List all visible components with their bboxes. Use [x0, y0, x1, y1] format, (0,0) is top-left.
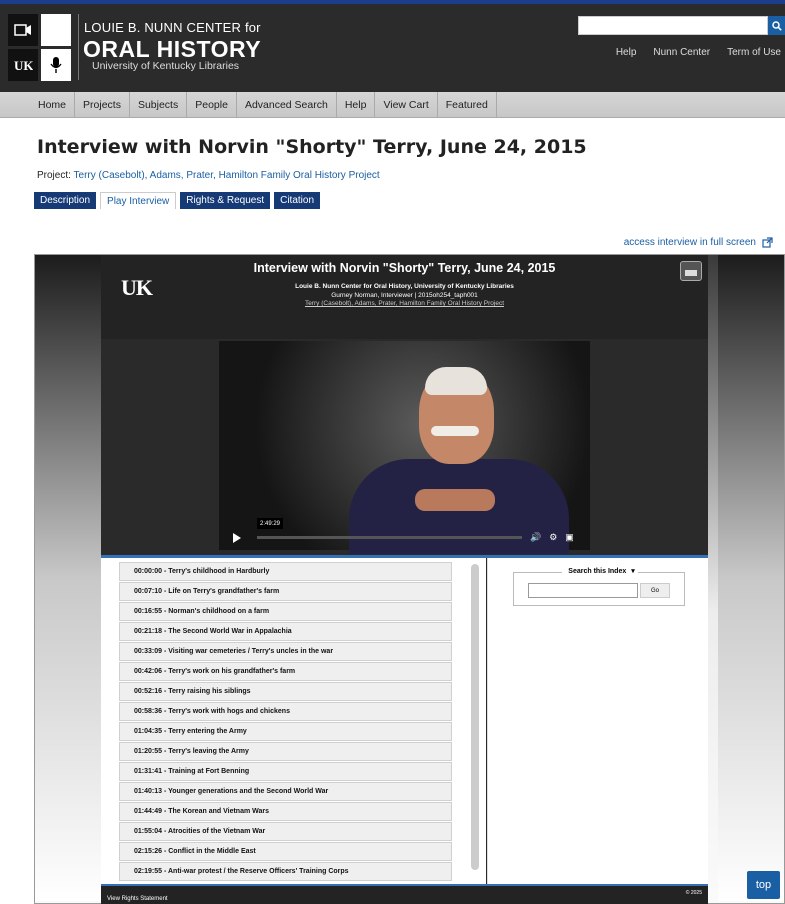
brand-main-text[interactable]: ORAL HISTORY	[83, 36, 261, 63]
index-item[interactable]: 00:21:18 - The Second World War in Appal…	[119, 622, 452, 641]
back-to-top-button[interactable]: top	[747, 871, 780, 899]
play-icon[interactable]	[233, 532, 241, 543]
nav-featured[interactable]: Featured	[438, 92, 497, 118]
index-item[interactable]: 02:15:26 - Conflict in the Middle East	[119, 842, 452, 861]
ohms-footer: View Rights Statement © 2025	[101, 884, 708, 904]
index-item[interactable]: 00:07:10 - Life on Terry's grandfather's…	[119, 582, 452, 601]
ohms-repository: Louie B. Nunn Center for Oral History, U…	[295, 283, 514, 290]
brand-top-text: LOUIE B. NUNN CENTER for	[84, 20, 261, 35]
index-search-go-button[interactable]: Go	[640, 583, 670, 598]
nav-advanced-search[interactable]: Advanced Search	[237, 92, 337, 118]
index-list: 00:00:00 - Terry's childhood in Hardburl…	[119, 562, 452, 882]
fullscreen-link[interactable]: access interview in full screen	[624, 237, 773, 248]
search-icon	[771, 20, 782, 31]
nav-help[interactable]: Help	[337, 92, 376, 118]
logo-divider	[78, 14, 79, 80]
tab-description[interactable]: Description	[34, 192, 97, 209]
video-frame-mustache	[431, 426, 479, 436]
page-title: Interview with Norvin "Shorty" Terry, Ju…	[37, 136, 587, 158]
logo[interactable]: UK	[8, 14, 72, 82]
ohms-interviewer: Gurney Norman, Interviewer | 2015oh254_t…	[331, 292, 478, 299]
index-item[interactable]: 01:55:04 - Atrocities of the Vietnam War	[119, 822, 452, 841]
gear-icon[interactable]: ⚙	[549, 532, 557, 543]
index-item[interactable]: 01:31:41 - Training at Fort Benning	[119, 762, 452, 781]
header-links: Help Nunn Center Term of Use	[616, 47, 781, 58]
player-side-right	[718, 255, 784, 901]
tab-bar: Description Play Interview Rights & Requ…	[34, 192, 321, 209]
player-side-left	[35, 255, 101, 901]
ohms-collection-link[interactable]: Terry (Casebolt), Adams, Prater, Hamilto…	[101, 300, 708, 307]
volume-icon[interactable]: 🔊	[530, 532, 541, 543]
project-label: Project:	[37, 170, 71, 181]
index-item[interactable]: 00:00:00 - Terry's childhood in Hardburl…	[119, 562, 452, 581]
time-tooltip: 2:49:29	[257, 518, 284, 529]
index-item[interactable]: 00:52:16 - Terry raising his siblings	[119, 682, 452, 701]
svg-text:UK: UK	[14, 58, 33, 73]
index-search-legend[interactable]: Search this Index ▾	[514, 567, 686, 575]
search-panel: Search this Index ▾ Go	[487, 558, 708, 884]
external-link-icon	[762, 237, 773, 248]
logo-blank-cell	[41, 14, 71, 46]
index-item[interactable]: 00:58:36 - Terry's work with hogs and ch…	[119, 702, 452, 721]
picture-in-picture-icon[interactable]: ▣	[565, 532, 574, 543]
ohms-header: UK Interview with Norvin "Shorty" Terry,…	[101, 255, 708, 339]
header-link-nunn-center[interactable]: Nunn Center	[653, 47, 710, 58]
index-search-box: Search this Index ▾ Go	[513, 568, 685, 606]
nav-home[interactable]: Home	[30, 92, 76, 118]
tab-citation[interactable]: Citation	[274, 192, 321, 209]
page-root: UK LOUIE B. NUNN CENTER for ORAL HISTORY…	[0, 0, 785, 904]
header-link-help[interactable]: Help	[616, 47, 637, 58]
index-search-input[interactable]	[528, 583, 638, 598]
project-link[interactable]: Terry (Casebolt), Adams, Prater, Hamilto…	[74, 170, 380, 181]
video-player[interactable]: 2:49:29 🔊 ⚙ ▣	[219, 341, 590, 554]
index-item[interactable]: 00:42:06 - Terry's work on his grandfath…	[119, 662, 452, 681]
index-item[interactable]: 00:33:09 - Visiting war cemeteries / Ter…	[119, 642, 452, 661]
nav-subjects[interactable]: Subjects	[130, 92, 188, 118]
footer-copyright: © 2025	[685, 890, 702, 896]
microphone-icon	[41, 49, 71, 81]
rights-statement-link[interactable]: View Rights Statement	[107, 896, 168, 902]
index-scrollbar[interactable]	[471, 564, 479, 870]
player-frame: UK Interview with Norvin "Shorty" Terry,…	[34, 254, 785, 904]
site-search-input[interactable]	[578, 16, 768, 35]
video-controls: 🔊 ⚙ ▣	[225, 530, 584, 545]
search-button[interactable]	[768, 16, 785, 35]
index-panel: 00:00:00 - Terry's childhood in Hardburl…	[101, 558, 486, 884]
video-camera-icon	[8, 14, 38, 46]
fullscreen-label: access interview in full screen	[623, 237, 756, 248]
uk-logo-icon: UK	[8, 49, 38, 81]
index-item[interactable]: 01:20:55 - Terry's leaving the Army	[119, 742, 452, 761]
project-line: Project: Terry (Casebolt), Adams, Prater…	[37, 170, 380, 181]
index-item[interactable]: 01:04:35 - Terry entering the Army	[119, 722, 452, 741]
ohms-title: Interview with Norvin "Shorty" Terry, Ju…	[253, 261, 556, 275]
tab-rights-request[interactable]: Rights & Request	[180, 192, 271, 209]
index-item[interactable]: 02:19:55 - Anti-war protest / the Reserv…	[119, 862, 452, 881]
nav-projects[interactable]: Projects	[75, 92, 130, 118]
site-header: UK LOUIE B. NUNN CENTER for ORAL HISTORY…	[0, 0, 785, 92]
video-frame-hair	[425, 367, 487, 395]
ohms-viewer: UK Interview with Norvin "Shorty" Terry,…	[101, 255, 708, 904]
header-link-terms[interactable]: Term of Use	[727, 47, 781, 58]
index-item[interactable]: 01:40:13 - Younger generations and the S…	[119, 782, 452, 801]
printer-icon[interactable]	[680, 261, 702, 281]
main-nav: Home Projects Subjects People Advanced S…	[0, 92, 785, 118]
nav-people[interactable]: People	[187, 92, 237, 118]
progress-scrubber[interactable]	[257, 536, 522, 539]
index-item[interactable]: 01:44:49 - The Korean and Vietnam Wars	[119, 802, 452, 821]
brand-sub-text: University of Kentucky Libraries	[92, 60, 240, 72]
video-frame-hands	[415, 489, 495, 511]
tab-play-interview[interactable]: Play Interview	[100, 192, 177, 209]
index-item[interactable]: 00:16:55 - Norman's childhood on a farm	[119, 602, 452, 621]
nav-view-cart[interactable]: View Cart	[375, 92, 438, 118]
